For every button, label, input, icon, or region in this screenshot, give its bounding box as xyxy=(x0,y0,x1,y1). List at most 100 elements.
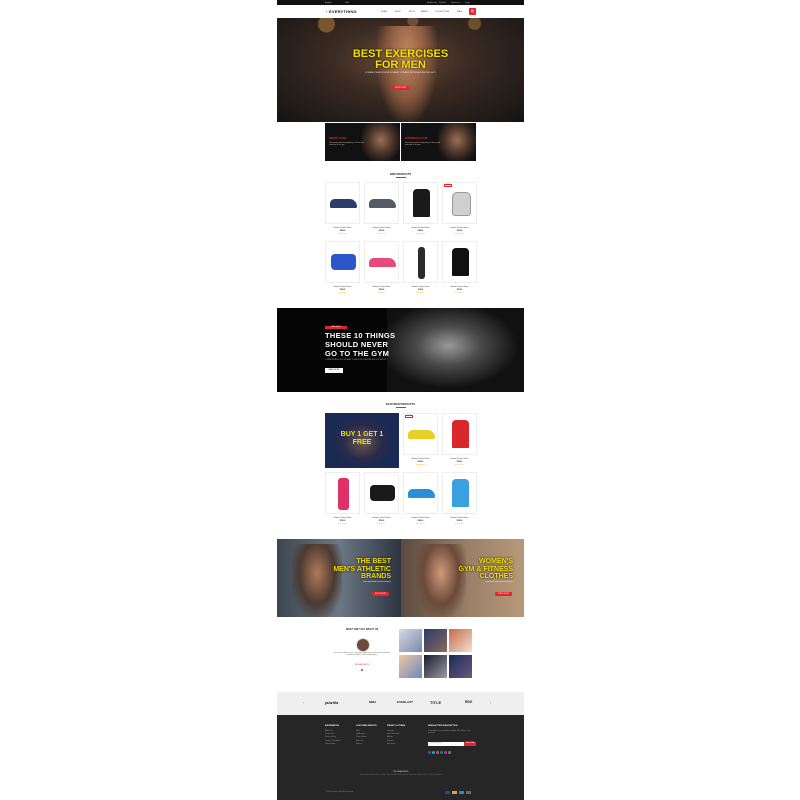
product-card[interactable]: Sample Product Name $36.00 ★★★★★ xyxy=(364,182,399,236)
footer-link[interactable]: Returns xyxy=(356,743,362,745)
linkedin-icon[interactable] xyxy=(440,751,443,754)
my-account-link[interactable]: My Account xyxy=(427,2,437,4)
footer-link[interactable]: Newsletter xyxy=(387,743,396,745)
hero-shop-button[interactable]: SHOP NOW xyxy=(392,86,409,90)
product-image[interactable]: SALE xyxy=(442,182,477,224)
product-name[interactable]: Sample Product Name xyxy=(442,458,477,460)
language-selector[interactable]: English xyxy=(325,2,332,4)
product-name[interactable]: Sample Product Name xyxy=(325,517,360,519)
product-image[interactable] xyxy=(364,182,399,224)
product-image[interactable] xyxy=(442,472,477,514)
product-card[interactable]: Sample Product Name $26.00 ★★★★★ xyxy=(442,472,477,526)
nav-collections[interactable]: Collections xyxy=(435,11,449,13)
product-card[interactable]: Sample Product Name $42.00 ★★★★★ xyxy=(364,241,399,295)
footer-link[interactable]: Gift Certificates xyxy=(387,733,399,735)
product-card[interactable]: Sample Product Name $52.00 ★★★★★ xyxy=(364,472,399,526)
instagram-icon[interactable] xyxy=(444,751,447,754)
product-name[interactable]: Sample Product Name xyxy=(364,517,399,519)
product-image[interactable] xyxy=(403,182,438,224)
footer-link[interactable]: My Account xyxy=(356,733,365,735)
carousel-dot[interactable] xyxy=(361,669,363,671)
product-name[interactable]: Sample Product Name xyxy=(403,227,438,229)
footer-link[interactable]: Affiliate xyxy=(387,736,393,738)
google-plus-icon[interactable] xyxy=(436,751,439,754)
product-name[interactable]: Sample Product Name xyxy=(325,286,360,288)
product-name[interactable]: Sample Product Name xyxy=(403,286,438,288)
nav-home[interactable]: Home xyxy=(381,11,387,13)
gallery-image[interactable] xyxy=(424,629,447,652)
brand-logo[interactable]: TITLE xyxy=(430,700,441,705)
footer-link[interactable]: Contact Us xyxy=(325,733,334,735)
gallery-image[interactable] xyxy=(399,629,422,652)
product-image[interactable] xyxy=(325,241,360,283)
footer-link[interactable]: Delivery Info xyxy=(325,743,335,745)
nav-blog[interactable]: Blog xyxy=(409,11,415,13)
login-link[interactable]: Login xyxy=(465,2,470,4)
subscribe-button[interactable]: SUBSCRIBE xyxy=(464,742,476,746)
footer-link[interactable]: Help xyxy=(356,730,360,732)
featured-promo-image[interactable]: BUY 1 GET 1 FREE xyxy=(325,413,399,468)
footer-link[interactable]: Sitemap xyxy=(387,730,394,732)
product-name[interactable]: Sample Product Name xyxy=(442,227,477,229)
product-name[interactable]: Sample Product Name xyxy=(364,286,399,288)
product-card[interactable]: Sample Product Name $46.00 ★★★★★ xyxy=(403,472,438,526)
product-name[interactable]: Sample Product Name xyxy=(442,517,477,519)
product-card[interactable]: Sample Product Name $30.00 ★★★★★ xyxy=(442,241,477,295)
gallery-image[interactable] xyxy=(399,655,422,678)
product-card[interactable]: Sample Product Name $15.00 ★★★★★ xyxy=(325,472,360,526)
product-card[interactable]: Sample Product Name $55.00 ★★★★★ xyxy=(325,241,360,295)
nav-pages[interactable]: Pages xyxy=(421,11,428,13)
brand-logo[interactable]: MMA xyxy=(369,700,376,704)
logo[interactable]: ⚡EVERYTHING xyxy=(325,9,357,14)
newsletter-email-input[interactable]: Your email address xyxy=(428,742,464,746)
wishlist-link[interactable]: Wishlist xyxy=(439,2,446,4)
brand-logo[interactable]: RDX xyxy=(465,700,472,704)
product-name[interactable]: Sample Product Name xyxy=(403,458,438,460)
product-card[interactable]: Sample Product Name $18.00 ★★★★★ xyxy=(403,241,438,295)
product-image[interactable] xyxy=(325,472,360,514)
promo-mens-gym[interactable]: MEN'S GYM Start training with the beginn… xyxy=(325,123,400,161)
footer-link[interactable]: Privacy Policy xyxy=(325,736,336,738)
split-banner-men[interactable]: THE BEST MEN'S ATHLETIC BRANDS Lorem ipsum… xyxy=(277,539,401,617)
split-women-button[interactable]: SHOP NOW xyxy=(495,592,512,596)
split-men-button[interactable]: SHOP NOW xyxy=(372,592,389,596)
gallery-image[interactable] xyxy=(449,629,472,652)
product-image[interactable] xyxy=(403,472,438,514)
banner-read-more-button[interactable]: READ MORE xyxy=(325,368,343,373)
nav-sale[interactable]: Sale xyxy=(457,11,462,13)
checkout-link[interactable]: Checkout xyxy=(451,2,459,4)
gallery-image[interactable] xyxy=(424,655,447,678)
product-name[interactable]: Sample Product Name xyxy=(442,286,477,288)
product-image[interactable]: SALE xyxy=(403,413,438,455)
brand-logo[interactable]: jabzilla xyxy=(325,700,338,705)
product-image[interactable] xyxy=(442,413,477,455)
split-banner-women[interactable]: WOMEN'S GYM & FITNESS CLOTHES Lorem ipsum … xyxy=(401,539,524,617)
product-image[interactable] xyxy=(364,241,399,283)
product-card[interactable]: Sample Product Name $28.00 ★★★★★ xyxy=(442,413,477,467)
currency-selector[interactable]: USD xyxy=(345,2,349,4)
brand-logo[interactable]: EVERLAST xyxy=(397,700,413,704)
product-image[interactable] xyxy=(442,241,477,283)
cart-button[interactable]: 🛍 xyxy=(469,8,476,15)
chevron-left-icon[interactable]: ‹ xyxy=(303,700,304,705)
footer-link[interactable]: About Us xyxy=(325,730,332,732)
rss-icon[interactable] xyxy=(448,751,451,754)
product-name[interactable]: Sample Product Name xyxy=(403,517,438,519)
product-card[interactable]: Sample Product Name $48.00 ★★★★★ xyxy=(403,182,438,236)
product-name[interactable]: Sample Product Name xyxy=(325,227,360,229)
footer-link[interactable]: Order History xyxy=(356,736,367,738)
product-image[interactable] xyxy=(403,241,438,283)
facebook-icon[interactable] xyxy=(428,751,431,754)
gallery-image[interactable] xyxy=(449,655,472,678)
product-card[interactable]: SALE Sample Product Name $22.00 ★★★★★ xyxy=(442,182,477,236)
product-name[interactable]: Sample Product Name xyxy=(364,227,399,229)
nav-shop[interactable]: Shop xyxy=(395,11,401,13)
footer-link[interactable]: Terms & Conditions xyxy=(325,740,341,742)
chevron-right-icon[interactable]: › xyxy=(490,700,491,705)
product-image[interactable] xyxy=(364,472,399,514)
footer-link[interactable]: Wish List xyxy=(356,740,363,742)
footer-link[interactable]: Specials xyxy=(387,740,394,742)
product-card[interactable]: SALE Sample Product Name $64.00 ★★★★★ xyxy=(403,413,438,467)
twitter-icon[interactable] xyxy=(432,751,435,754)
promo-womens-gym[interactable]: WOMEN'S GYM Start training with the begi… xyxy=(401,123,476,161)
